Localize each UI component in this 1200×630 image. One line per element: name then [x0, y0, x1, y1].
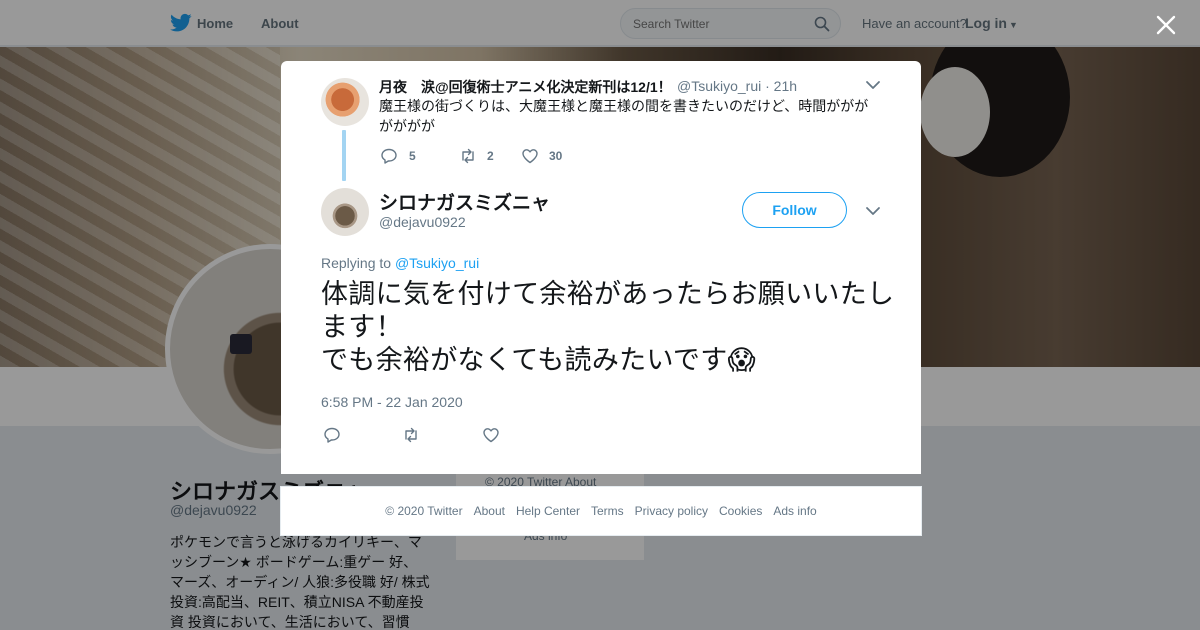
footer-link-cookies[interactable]: Cookies — [719, 504, 762, 518]
replying-to-line: Replying to @Tsukiyo_rui — [321, 255, 479, 271]
footer-link-terms[interactable]: Terms — [591, 504, 624, 518]
reply-tweet-text-line1: 体調に気を付けて余裕があったらお願いいたします！ — [321, 279, 895, 342]
reply-count: 5 — [409, 149, 416, 163]
reply-tweet-author-name[interactable]: シロナガスミズニャ — [379, 188, 550, 215]
retweet-action[interactable]: 2 — [459, 147, 494, 165]
replying-to-link[interactable]: @Tsukiyo_rui — [395, 255, 479, 271]
retweet-icon — [462, 148, 474, 164]
retweet-icon — [405, 427, 417, 443]
footer-link-about[interactable]: About — [474, 504, 505, 518]
chevron-down-icon[interactable] — [865, 80, 881, 90]
reply-icon — [381, 148, 397, 164]
parent-tweet-avatar[interactable] — [321, 78, 369, 126]
reply-action[interactable]: 5 — [381, 147, 416, 165]
modal-footer: © 2020 Twitter About Help Center Terms P… — [280, 486, 922, 536]
footer-link-privacy-policy[interactable]: Privacy policy — [635, 504, 708, 518]
tweet-permalink-modal: 月夜 涙@回復術士アニメ化決定新刊は12/1！ @Tsukiyo_rui · 2… — [281, 61, 921, 474]
parent-tweet-handle-time[interactable]: @Tsukiyo_rui · 21h — [677, 78, 797, 94]
parent-tweet-text: 魔王様の街づくりは、大魔王様と魔王様の間を書きたいのだけど、時間ががががががが — [379, 98, 869, 134]
thread-connector-line — [342, 130, 346, 181]
reply-icon — [324, 427, 340, 443]
reply-tweet-text-line2: でも余裕がなくても読みたいです — [321, 345, 728, 375]
reply-tweet-handle[interactable]: @dejavu0922 — [379, 214, 466, 230]
parent-tweet-author-name[interactable]: 月夜 涙@回復術士アニメ化決定新刊は12/1！ — [379, 77, 672, 97]
reply-tweet-timestamp[interactable]: 6:58 PM - 22 Jan 2020 — [321, 394, 463, 410]
replying-to-prefix: Replying to — [321, 255, 392, 271]
retweet-action[interactable] — [402, 426, 420, 444]
footer-link-ads-info[interactable]: Ads info — [773, 504, 816, 518]
footer-copyright: © 2020 Twitter — [385, 504, 463, 518]
close-icon[interactable] — [1152, 11, 1180, 39]
reply-action[interactable] — [324, 426, 342, 444]
like-action[interactable] — [482, 426, 500, 444]
follow-button[interactable]: Follow — [742, 192, 847, 228]
heart-icon — [522, 149, 538, 164]
reply-tweet-text: 体調に気を付けて余裕があったらお願いいたします！ でも余裕がなくても読みたいです… — [321, 278, 896, 377]
like-count: 30 — [549, 149, 563, 163]
reply-tweet-avatar[interactable] — [321, 188, 369, 236]
retweet-count: 2 — [487, 149, 494, 163]
footer-link-help-center[interactable]: Help Center — [516, 504, 580, 518]
chevron-down-icon[interactable] — [865, 206, 881, 216]
screaming-face-emoji: 😱 — [727, 345, 756, 375]
heart-icon — [483, 428, 499, 443]
like-action[interactable]: 30 — [521, 147, 562, 165]
